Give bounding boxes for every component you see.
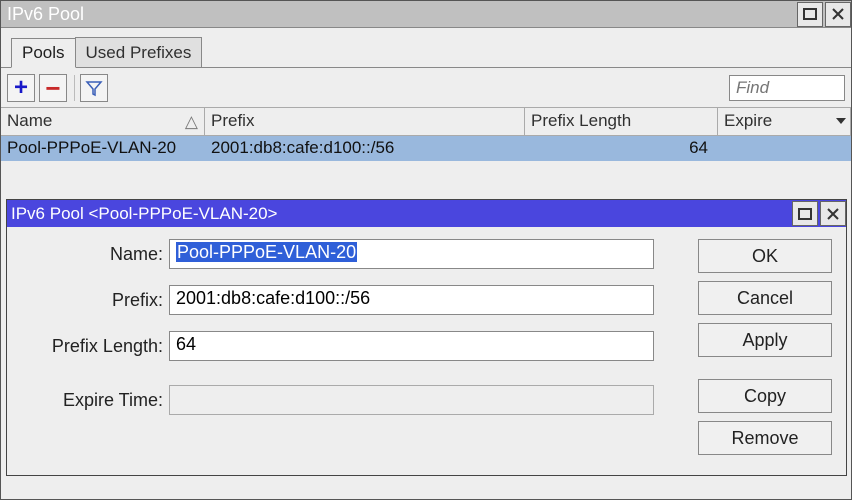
main-titlebar: IPv6 Pool: [1, 1, 851, 28]
maximize-icon: [798, 208, 812, 220]
cell-expire: [718, 136, 851, 161]
cell-prefix: 2001:db8:cafe:d100::/56: [205, 136, 525, 161]
copy-button[interactable]: Copy: [698, 379, 832, 413]
add-button[interactable]: +: [7, 74, 35, 102]
cell-name: Pool-PPPoE-VLAN-20: [1, 136, 205, 161]
column-header-expire[interactable]: Expire: [718, 108, 851, 135]
dialog-window: IPv6 Pool <Pool-PPPoE-VLAN-20> Name: Poo…: [6, 199, 847, 476]
form-row-prefix-length: Prefix Length: 64: [17, 331, 676, 361]
toolbar: + −: [1, 68, 851, 108]
label-expire-time: Expire Time:: [17, 390, 169, 411]
main-window: IPv6 Pool Pools Used Prefixes + −: [0, 0, 852, 500]
column-label: Prefix Length: [531, 111, 631, 130]
funnel-icon: [85, 79, 103, 97]
remove-button[interactable]: Remove: [698, 421, 832, 455]
find-input[interactable]: [729, 75, 845, 101]
column-header-prefix-length[interactable]: Prefix Length: [525, 108, 718, 135]
label-prefix: Prefix:: [17, 290, 169, 311]
dialog-titlebar: IPv6 Pool <Pool-PPPoE-VLAN-20>: [7, 200, 846, 227]
name-field-value: Pool-PPPoE-VLAN-20: [176, 242, 357, 262]
maximize-button[interactable]: [797, 2, 823, 27]
column-header-name[interactable]: Name △: [1, 108, 205, 135]
column-label: Expire: [724, 111, 772, 130]
column-header-prefix[interactable]: Prefix: [205, 108, 525, 135]
name-field[interactable]: Pool-PPPoE-VLAN-20: [169, 239, 654, 269]
dialog-button-column: OK Cancel Apply Copy Remove: [698, 239, 832, 463]
form-row-prefix: Prefix: 2001:db8:cafe:d100::/56: [17, 285, 676, 315]
ok-button[interactable]: OK: [698, 239, 832, 273]
dialog-close-button[interactable]: [820, 201, 846, 226]
prefix-length-field-value: 64: [176, 334, 196, 354]
dialog-title: IPv6 Pool <Pool-PPPoE-VLAN-20>: [7, 204, 790, 224]
tab-label: Pools: [22, 43, 65, 63]
label-prefix-length: Prefix Length:: [17, 336, 169, 357]
minus-icon: −: [45, 75, 60, 101]
cancel-button[interactable]: Cancel: [698, 281, 832, 315]
main-titlebar-buttons: [795, 2, 851, 27]
close-icon: [827, 208, 839, 220]
tab-pools[interactable]: Pools: [11, 38, 76, 68]
button-label: OK: [752, 246, 778, 267]
column-label: Prefix: [211, 111, 254, 130]
maximize-icon: [803, 8, 817, 20]
cell-prefix-length: 64: [525, 136, 718, 161]
column-label: Name: [7, 111, 52, 130]
apply-button[interactable]: Apply: [698, 323, 832, 357]
tab-label: Used Prefixes: [86, 43, 192, 63]
dialog-maximize-button[interactable]: [792, 201, 818, 226]
table-header: Name △ Prefix Prefix Length Expire: [1, 108, 851, 136]
close-icon: [832, 8, 844, 20]
remove-toolbar-button[interactable]: −: [39, 74, 67, 102]
dialog-titlebar-buttons: [790, 201, 846, 226]
label-name: Name:: [17, 244, 169, 265]
sort-indicator-icon: △: [185, 112, 198, 132]
table-row[interactable]: Pool-PPPoE-VLAN-20 2001:db8:cafe:d100::/…: [1, 136, 851, 161]
toolbar-separator: [74, 75, 75, 101]
prefix-length-field[interactable]: 64: [169, 331, 654, 361]
expire-time-field[interactable]: [169, 385, 654, 415]
prefix-field-value: 2001:db8:cafe:d100::/56: [176, 288, 370, 308]
tabs-row: Pools Used Prefixes: [1, 28, 851, 68]
button-label: Copy: [744, 386, 786, 407]
close-button[interactable]: [825, 2, 851, 27]
prefix-field[interactable]: 2001:db8:cafe:d100::/56: [169, 285, 654, 315]
form-area: Name: Pool-PPPoE-VLAN-20 Prefix: 2001:db…: [17, 239, 676, 463]
form-row-expire-time: Expire Time:: [17, 385, 676, 415]
form-row-name: Name: Pool-PPPoE-VLAN-20: [17, 239, 676, 269]
main-title: IPv6 Pool: [1, 4, 795, 25]
button-label: Cancel: [737, 288, 793, 309]
tab-used-prefixes[interactable]: Used Prefixes: [75, 37, 203, 67]
filter-button[interactable]: [80, 74, 108, 102]
button-label: Apply: [742, 330, 787, 351]
dialog-body: Name: Pool-PPPoE-VLAN-20 Prefix: 2001:db…: [7, 227, 846, 475]
plus-icon: +: [14, 76, 28, 100]
button-label: Remove: [731, 428, 798, 449]
